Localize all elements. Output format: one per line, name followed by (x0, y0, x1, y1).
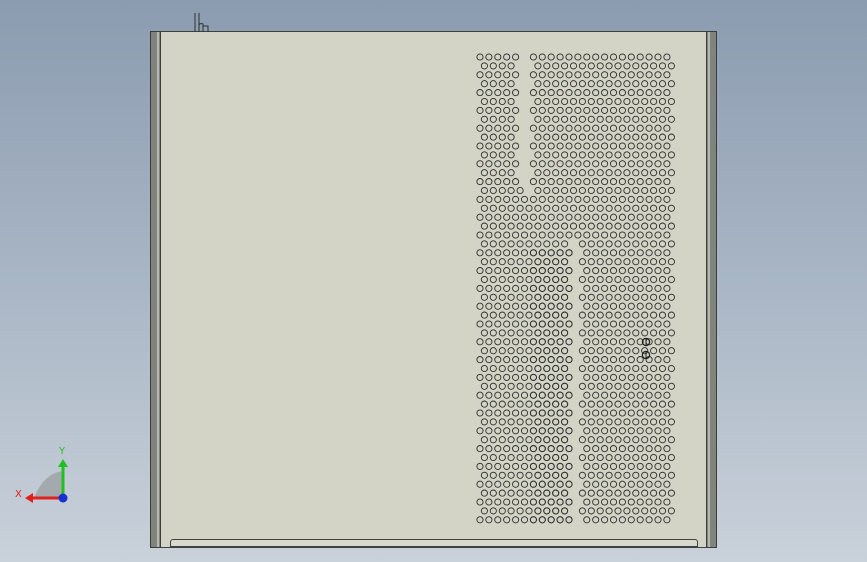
sheet-metal-panel[interactable] (150, 31, 717, 548)
left-side-flange[interactable] (150, 31, 161, 548)
top-tab-feature[interactable] (194, 13, 210, 32)
right-side-flange[interactable] (706, 31, 717, 548)
graphics-viewport[interactable]: X Y (0, 0, 867, 562)
y-axis-label: Y (58, 446, 66, 457)
x-axis-label: X (15, 489, 22, 500)
triad-xy-plane-icon (34, 471, 63, 498)
z-axis-icon (58, 493, 68, 503)
bottom-lip-flange[interactable] (170, 539, 698, 547)
coordinate-triad: X Y (15, 446, 68, 503)
